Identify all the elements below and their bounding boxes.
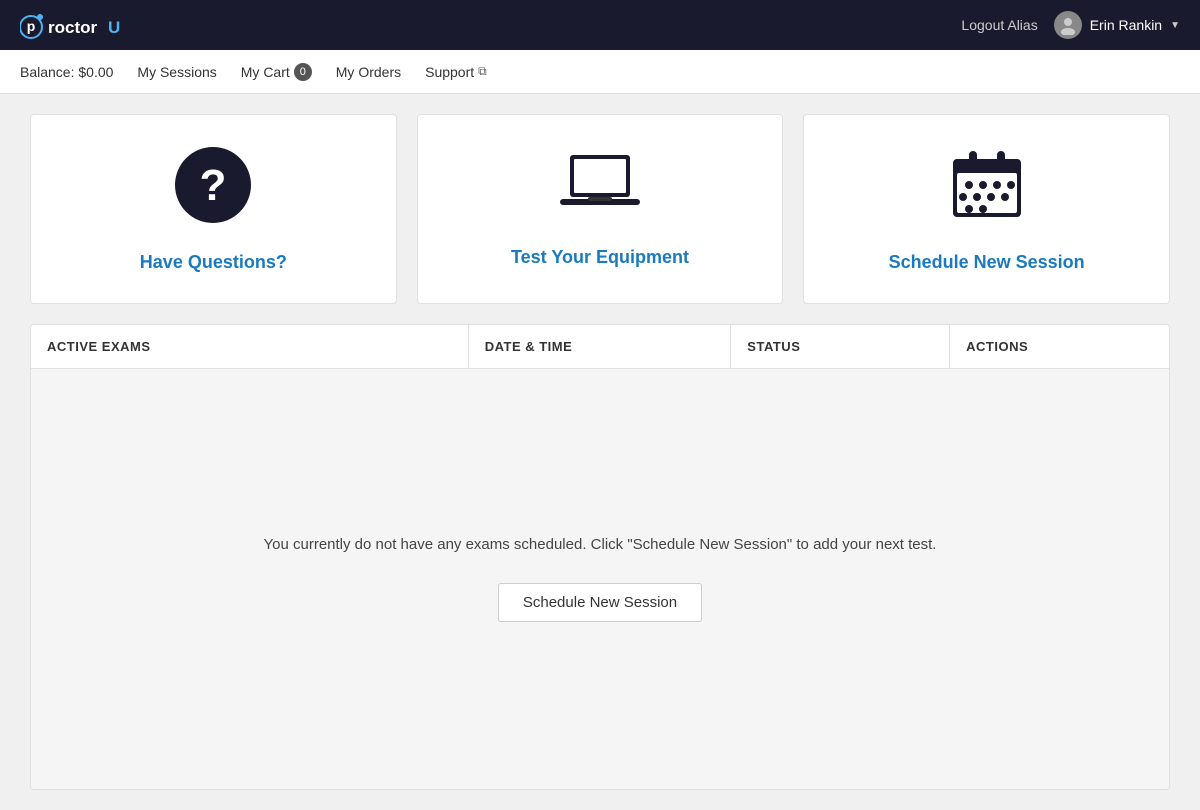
my-cart-label: My Cart: [241, 64, 290, 80]
question-icon: ?: [173, 145, 253, 240]
user-icon: [1058, 15, 1078, 35]
user-name: Erin Rankin: [1090, 17, 1162, 33]
avatar: [1054, 11, 1082, 39]
calendar-icon: [947, 145, 1027, 240]
support-label: Support: [425, 64, 474, 80]
laptop-icon: [560, 150, 640, 235]
card-grid: ? Have Questions? Test Your Equipment: [30, 114, 1170, 304]
my-cart-link[interactable]: My Cart 0: [241, 63, 312, 81]
navbar-right: Logout Alias Erin Rankin ▼: [961, 11, 1180, 39]
main-content: ? Have Questions? Test Your Equipment: [10, 94, 1190, 810]
support-link[interactable]: Support ⧉: [425, 64, 487, 80]
col-date-time: DATE & TIME: [469, 325, 732, 368]
svg-text:roctor: roctor: [48, 18, 98, 37]
col-active-exams: ACTIVE EXAMS: [31, 325, 469, 368]
empty-message: You currently do not have any exams sche…: [264, 536, 937, 553]
chevron-down-icon: ▼: [1170, 20, 1180, 31]
subnav: Balance: $0.00 My Sessions My Cart 0 My …: [0, 50, 1200, 94]
schedule-new-session-link: Schedule New Session: [889, 252, 1085, 273]
have-questions-card[interactable]: ? Have Questions?: [30, 114, 397, 304]
svg-text:p: p: [27, 18, 36, 34]
my-sessions-link[interactable]: My Sessions: [137, 64, 216, 80]
table-header: ACTIVE EXAMS DATE & TIME STATUS ACTIONS: [31, 325, 1169, 369]
table-body: You currently do not have any exams sche…: [31, 369, 1169, 789]
navbar: p roctor U Logout Alias Erin Rankin ▼: [0, 0, 1200, 50]
col-actions: ACTIONS: [950, 325, 1169, 368]
schedule-session-card[interactable]: Schedule New Session: [803, 114, 1170, 304]
external-link-icon: ⧉: [478, 64, 487, 79]
cart-count: 0: [294, 63, 312, 81]
logo: p roctor U: [20, 10, 130, 40]
test-equipment-card[interactable]: Test Your Equipment: [417, 114, 784, 304]
my-orders-link[interactable]: My Orders: [336, 64, 401, 80]
user-dropdown[interactable]: Erin Rankin ▼: [1054, 11, 1180, 39]
brand: p roctor U: [20, 10, 130, 40]
svg-text:?: ?: [200, 161, 227, 210]
active-exams-table: ACTIVE EXAMS DATE & TIME STATUS ACTIONS …: [30, 324, 1170, 790]
col-status: STATUS: [731, 325, 950, 368]
test-equipment-link: Test Your Equipment: [511, 247, 689, 268]
proctoru-logo: p roctor U: [20, 10, 130, 40]
schedule-new-session-button[interactable]: Schedule New Session: [498, 583, 702, 622]
svg-text:U: U: [108, 18, 120, 37]
have-questions-link: Have Questions?: [140, 252, 287, 273]
logout-link[interactable]: Logout Alias: [961, 17, 1037, 33]
balance-display: Balance: $0.00: [20, 64, 113, 80]
